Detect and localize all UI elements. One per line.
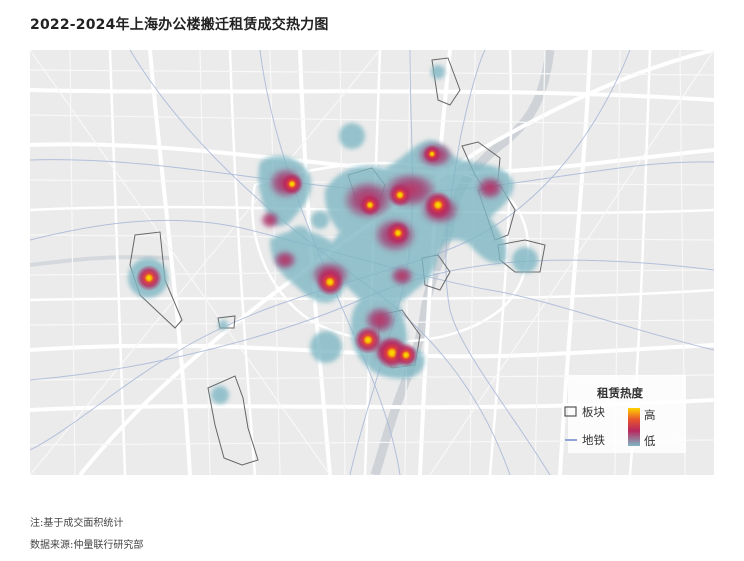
metro-legend-label: 地铁 [582, 433, 605, 447]
district-legend-label: 板块 [582, 405, 605, 419]
heat-color-bar [628, 408, 640, 446]
heat-low-label: 低 [644, 434, 656, 448]
data-source: 数据来源:仲量联行研究部 [30, 540, 144, 551]
heat-high-label: 高 [644, 408, 656, 422]
heat-legend-title: 租赁热度 [597, 386, 643, 400]
metro-legend-icon [565, 439, 577, 441]
map-title: 2022-2024年上海办公楼搬迁租赁成交热力图 [30, 17, 329, 33]
heat-map[interactable] [30, 50, 714, 475]
footnote: 注:基于成交面积统计 [30, 518, 124, 529]
heat-base [128, 65, 538, 404]
district-legend-icon [564, 406, 577, 417]
